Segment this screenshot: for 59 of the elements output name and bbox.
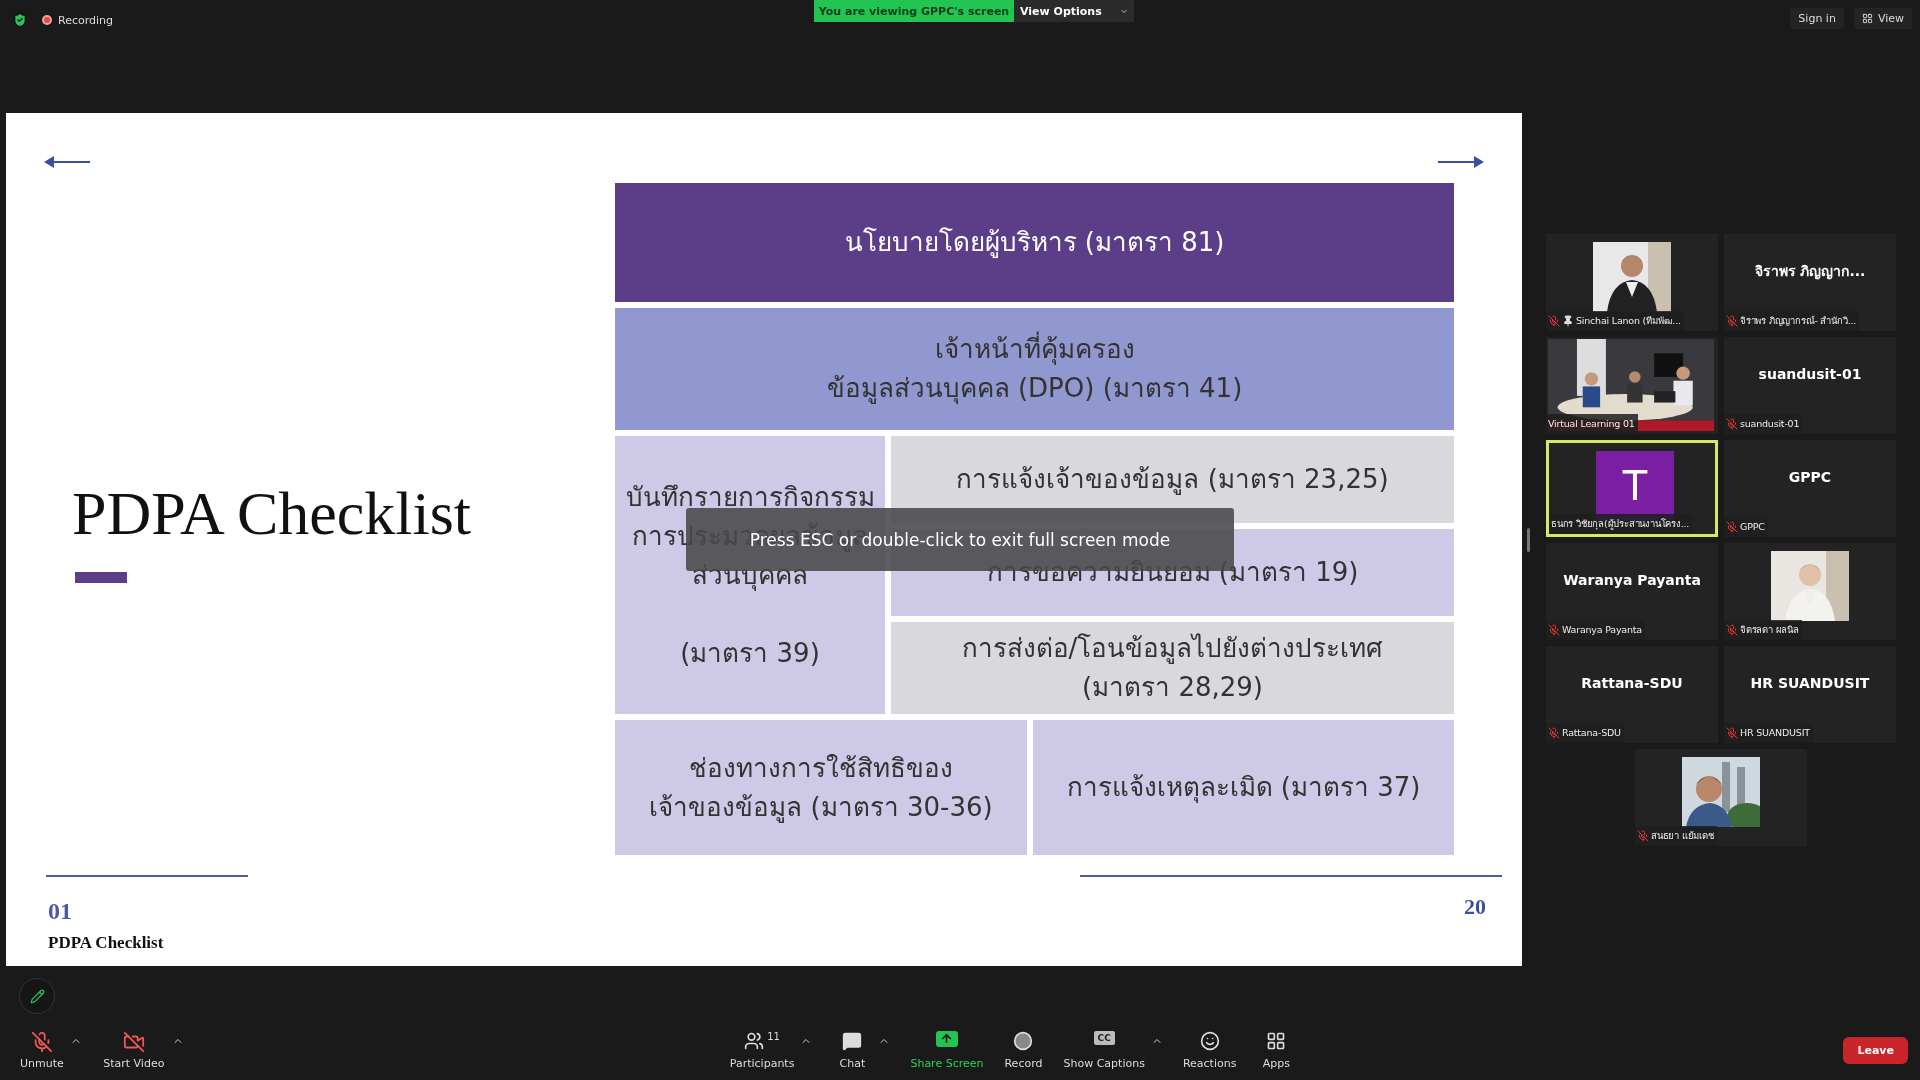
reactions-button[interactable]: Reactions — [1174, 1026, 1245, 1074]
sign-in-button[interactable]: Sign in — [1790, 8, 1844, 29]
participants-button[interactable]: 11 Participants — [721, 1026, 803, 1074]
participant-label: HR SUANDUSIT — [1724, 722, 1813, 743]
view-button[interactable]: View — [1853, 8, 1912, 29]
share-icon — [935, 1030, 958, 1047]
participant-name: GPPC — [1787, 468, 1833, 487]
participant-name: suandusit-01 — [1757, 365, 1863, 384]
participant-count: 11 — [767, 1030, 780, 1042]
title-accent-bar — [75, 572, 127, 583]
section-number: 01 — [48, 898, 72, 925]
chat-icon — [842, 1030, 863, 1051]
video-off-icon — [122, 1030, 145, 1053]
participant-label: Waranya Payanta — [1546, 619, 1645, 640]
left-arrow-icon — [44, 155, 90, 169]
participant-label: GPPC — [1724, 516, 1768, 537]
captions-button[interactable]: CC Show Captions — [1055, 1026, 1153, 1074]
participant-label: suandusit-01 — [1724, 413, 1803, 434]
recording-indicator: Recording — [42, 13, 114, 27]
checklist-box: ช่องทางการใช้สิทธิของ เจ้าของข้อมูล (มาตรา 30-36) — [615, 720, 1027, 855]
checklist-box: เจ้าหน้าที่คุ้มครอง ข้อมูลส่วนบุคคล (DPO) (มาตรา 41) — [615, 308, 1454, 430]
record-button[interactable]: Record — [995, 1026, 1052, 1074]
captions-icon: CC — [1093, 1030, 1115, 1045]
video-button[interactable]: Start Video — [93, 1026, 174, 1074]
right-arrow-icon — [1438, 155, 1484, 169]
grid-icon — [1861, 13, 1873, 24]
participant-label: จิตรลดา ผลนิล — [1724, 619, 1802, 640]
participant-label: จิราพร ภิญญากรณ์- สำนักวิ... — [1724, 310, 1860, 331]
annotate-button[interactable] — [19, 978, 55, 1014]
participant-label: Sinchai Lanon (ทีมพัฒ... — [1546, 310, 1684, 331]
view-options-button[interactable]: View Options — [1014, 0, 1134, 22]
participant-label: Rattana-SDU — [1546, 722, 1624, 743]
participant-name: Waranya Payanta — [1562, 571, 1702, 590]
resize-handle[interactable] — [1527, 528, 1530, 552]
chat-button[interactable]: Chat — [824, 1026, 881, 1074]
slide-title: PDPA Checklist — [72, 478, 472, 549]
apps-button[interactable]: Apps — [1248, 1026, 1305, 1074]
participant-label: ธนกร วิชัยกุล(ผู้ประสานงานโครง... — [1549, 513, 1693, 534]
participant-label: สนธยา แย้มเดช — [1635, 825, 1717, 846]
page-number: 20 — [1464, 894, 1486, 920]
share-button[interactable]: Share Screen — [902, 1026, 992, 1074]
participant-label: Virtual Learning 01 — [1546, 413, 1638, 434]
participant-name: Rattana-SDU — [1580, 674, 1684, 693]
apps-icon — [1266, 1030, 1287, 1051]
participant-name: จิราพร ภิญญาก... — [1753, 262, 1867, 282]
shield-icon — [12, 12, 28, 28]
smile-icon — [1199, 1030, 1220, 1051]
checklist-box: การแจ้งเหตุละเมิด (มาตรา 37) — [1033, 720, 1454, 855]
people-icon — [744, 1030, 765, 1051]
participant-name: HR SUANDUSIT — [1749, 674, 1871, 693]
checklist-box: การส่งต่อ/โอนข้อมูลไปยังต่างประเทศ (มาตรา 28,29) — [891, 622, 1454, 714]
section-title: PDPA Checklist — [48, 933, 164, 953]
screen-share-banner: You are viewing GPPC's screen — [814, 0, 1014, 22]
audio-button[interactable]: Unmute — [12, 1026, 72, 1074]
checklist-box: นโยบายโดยผู้บริหาร (มาตรา 81) — [615, 183, 1454, 302]
pencil-icon — [29, 988, 45, 1004]
record-icon — [1013, 1030, 1034, 1051]
leave-button[interactable]: Leave — [1843, 1036, 1908, 1064]
mic-off-icon — [30, 1030, 53, 1053]
